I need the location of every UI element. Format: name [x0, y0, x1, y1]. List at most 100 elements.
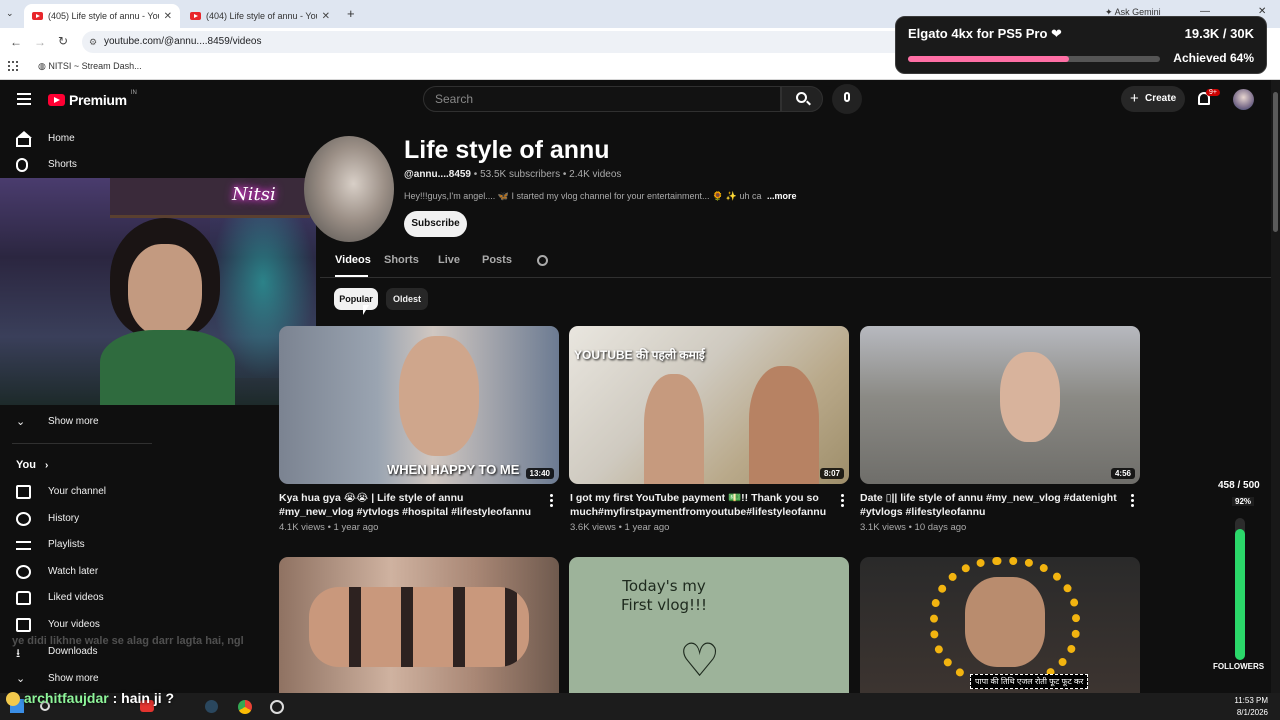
video-views: 4.1K views — [279, 522, 325, 533]
sidebar-item-shorts[interactable]: Shorts — [0, 152, 150, 178]
history-icon — [16, 512, 31, 526]
channel-search-icon[interactable] — [537, 255, 548, 266]
goal-title: Elgato 4kx for PS5 Pro ❤ — [908, 26, 1062, 41]
youtube-premium-logo[interactable]: Premium IN — [48, 90, 137, 108]
forward-icon[interactable]: → — [34, 35, 46, 49]
sidebar-item-playlists[interactable]: Playlists — [0, 532, 150, 558]
taskbar-app-obs-icon[interactable] — [270, 700, 284, 714]
followers-percent: 92% — [1232, 497, 1255, 506]
video-thumbnail-6[interactable]: पापा की तिथि एजल रोती फूट फूट कर — [860, 557, 1140, 693]
video-title-2[interactable]: I got my first YouTube payment 💵!! Thank… — [570, 491, 832, 519]
home-icon — [16, 138, 31, 147]
channel-icon — [16, 485, 31, 499]
browser-tab-2[interactable]: (404) Life style of annu - YouTube ✕ — [182, 4, 338, 28]
goal-status: Achieved 64% — [1173, 51, 1254, 65]
create-button[interactable]: + Create — [1121, 86, 1185, 112]
browser-tab-1[interactable]: (405) Life style of annu - YouTube ✕ — [24, 4, 180, 28]
site-info-icon[interactable]: ⚙ — [89, 31, 97, 53]
tab-posts[interactable]: Posts — [482, 254, 512, 266]
chip-oldest[interactable]: Oldest — [386, 288, 428, 310]
description-more-link[interactable]: ...more — [767, 191, 797, 201]
sidebar-item-watch-later[interactable]: Watch later — [0, 559, 150, 585]
donation-goal-widget: Elgato 4kx for PS5 Pro ❤ 19.3K / 30K Ach… — [895, 16, 1267, 74]
sidebar-show-more[interactable]: ⌄ Show more — [0, 409, 150, 435]
watch-later-icon — [16, 565, 31, 579]
sidebar-item-your-channel[interactable]: Your channel — [0, 479, 150, 505]
menu-hamburger-icon[interactable] — [17, 93, 31, 105]
account-avatar[interactable] — [1233, 89, 1254, 110]
video-age: 1 year ago — [333, 522, 379, 533]
chip-popular[interactable]: Popular — [334, 288, 378, 310]
close-tab-icon[interactable]: ✕ — [164, 11, 172, 22]
video-thumbnail-5[interactable]: Today's my First vlog!!! ♡ — [569, 557, 849, 693]
video-thumbnail-1[interactable]: WHEN HAPPY TO ME 13:40 — [279, 326, 559, 484]
your-videos-icon — [16, 618, 31, 632]
sidebar-item-label: Your channel — [48, 486, 107, 497]
region-code: IN — [130, 90, 137, 96]
youtube-favicon-icon — [190, 12, 201, 20]
windows-taskbar: 11:53 PM 8/1/2026 — [0, 693, 1280, 720]
plus-icon: + — [1130, 90, 1139, 107]
video-meta-2: 3.6K views • 1 year ago — [570, 522, 670, 533]
tab-live[interactable]: Live — [438, 254, 460, 266]
tab-list-dropdown-icon[interactable]: ⌄ — [6, 8, 14, 19]
bookmark-label: NITSI ~ Stream Dash... — [48, 61, 142, 71]
youtube-logo-icon — [48, 94, 65, 106]
search-button[interactable] — [781, 86, 823, 112]
back-icon[interactable]: ← — [10, 35, 22, 49]
video-menu-icon[interactable] — [1131, 494, 1135, 508]
taskbar-time: 11:53 PM — [1234, 696, 1268, 705]
goal-count: 19.3K / 30K — [1184, 26, 1254, 41]
chat-ghost-message: ye didi likhne wale se alag darr lagta h… — [12, 635, 244, 647]
taskbar-app-steam-icon[interactable] — [205, 700, 218, 713]
scrollbar-thumb[interactable] — [1273, 92, 1278, 232]
video-count: 2.4K videos — [569, 169, 622, 180]
reload-icon[interactable]: ↻ — [58, 34, 68, 48]
video-age: 1 year ago — [624, 522, 670, 533]
sidebar-item-home[interactable]: Home — [0, 126, 150, 152]
voice-search-button[interactable] — [832, 84, 862, 114]
channel-handle: @annu....8459 — [404, 169, 471, 180]
sidebar-item-liked-videos[interactable]: Liked videos — [0, 585, 150, 611]
tab-shorts[interactable]: Shorts — [384, 254, 419, 266]
close-tab-icon[interactable]: ✕ — [322, 11, 330, 22]
sidebar-item-label: Watch later — [48, 566, 99, 577]
followers-goal-widget: 458 / 500 92% FOLLOWERS — [1210, 478, 1270, 678]
shorts-icon — [16, 158, 28, 172]
video-thumbnail-4[interactable] — [279, 557, 559, 693]
video-thumbnail-3[interactable]: 4:56 — [860, 326, 1140, 484]
goal-progress-track — [908, 56, 1160, 62]
channel-avatar[interactable] — [304, 136, 394, 242]
video-title-1[interactable]: Kya hua gya 😭😭 | Life style of annu #my_… — [279, 491, 541, 519]
heart-doodle-icon: ♡ — [679, 634, 721, 686]
sidebar-item-history[interactable]: History — [0, 506, 150, 532]
video-menu-icon[interactable] — [841, 494, 845, 508]
video-duration: 13:40 — [525, 468, 554, 479]
youtube-header: Premium IN Search + Create 9+ — [0, 80, 1280, 120]
sidebar-item-label: Liked videos — [48, 592, 104, 603]
sidebar-show-more-bottom[interactable]: ⌄ Show more — [0, 666, 150, 692]
chevron-right-icon: › — [45, 460, 49, 471]
sidebar-you-heading[interactable]: You › — [16, 459, 48, 471]
search-input[interactable]: Search — [423, 86, 781, 112]
video-thumbnail-2[interactable]: YOUTUBE की पहली कमाई 8:07 — [569, 326, 849, 484]
thumb-overlay-text: WHEN HAPPY TO ME — [387, 462, 520, 477]
video-meta-3: 3.1K views • 10 days ago — [860, 522, 967, 533]
create-label: Create — [1145, 93, 1177, 104]
thumb-overlay-text: YOUTUBE की पहली कमाई — [574, 348, 705, 362]
tab-videos[interactable]: Videos — [335, 254, 371, 266]
apps-grid-icon[interactable] — [8, 61, 18, 71]
sidebar-divider — [12, 443, 152, 444]
new-tab-icon[interactable]: + — [347, 6, 355, 21]
taskbar-app-chrome-icon[interactable] — [238, 700, 252, 714]
mouse-cursor-icon — [363, 305, 369, 315]
bookmark-nitsi[interactable]: ◍ NITSI ~ Stream Dash... — [38, 61, 142, 72]
video-menu-icon[interactable] — [550, 494, 554, 508]
chevron-down-icon: ⌄ — [16, 673, 26, 685]
sidebar-item-label: History — [48, 513, 80, 524]
video-title-3[interactable]: Date ▯|| life style of annu #my_new_vlog… — [860, 491, 1122, 519]
scrollbar-track[interactable] — [1271, 80, 1280, 693]
subscribe-button[interactable]: Subscribe — [404, 211, 467, 237]
channel-description[interactable]: Hey!!!guys,I'm angel.... 🦋 I started my … — [404, 191, 797, 202]
sidebar-item-label: Home — [48, 133, 75, 144]
